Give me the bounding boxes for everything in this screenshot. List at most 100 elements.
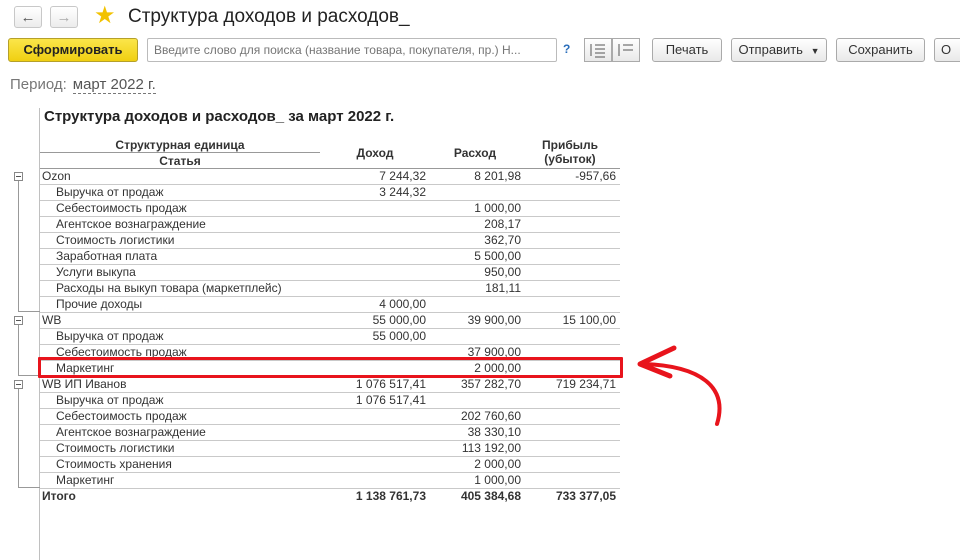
table-row: Выручка от продаж 55 000,00 xyxy=(40,329,620,345)
header-profit-line1: Прибыль xyxy=(542,138,598,152)
row-income: 7 244,32 xyxy=(379,169,426,183)
total-label: Итого xyxy=(42,489,76,503)
row-name: Стоимость хранения xyxy=(56,457,172,471)
row-profit: -957,66 xyxy=(575,169,616,183)
group-row: WB 55 000,00 39 900,00 15 100,00 xyxy=(40,313,620,329)
period-selector: Период: март 2022 г. xyxy=(10,76,156,94)
table-row: Агентское вознаграждение 38 330,10 xyxy=(40,425,620,441)
table-row: Прочие доходы 4 000,00 xyxy=(40,297,620,313)
row-income: 4 000,00 xyxy=(379,297,426,311)
row-name: Стоимость логистики xyxy=(56,233,175,247)
arrow-left-icon: ← xyxy=(20,9,36,26)
tree-line-end xyxy=(18,375,40,376)
row-name: Ozon xyxy=(42,169,71,183)
tree-line-end xyxy=(18,311,40,312)
toolbar: Сформировать ? Печать Отправить ▼ Сохран… xyxy=(0,36,960,66)
forward-button[interactable]: → xyxy=(50,6,78,28)
more-button[interactable]: О xyxy=(934,38,960,62)
row-name: Себестоимость продаж xyxy=(56,409,187,423)
table-row: Стоимость логистики 362,70 xyxy=(40,233,620,249)
table-row: Услуги выкупа 950,00 xyxy=(40,265,620,281)
window-title: Структура доходов и расходов_ xyxy=(128,6,410,27)
row-expense: 357 282,70 xyxy=(460,377,521,391)
generate-button[interactable]: Сформировать xyxy=(8,38,138,62)
table-row: Выручка от продаж 1 076 517,41 xyxy=(40,393,620,409)
row-expense: 950,00 xyxy=(484,265,521,279)
total-row: Итого 1 138 761,73 405 384,68 733 377,05 xyxy=(40,489,620,505)
header-article: Статья xyxy=(159,154,201,168)
group-row: Ozon 7 244,32 8 201,98 -957,66 xyxy=(40,169,620,185)
tree-line xyxy=(18,325,19,375)
red-arrow-annotation xyxy=(637,345,722,426)
row-name: Услуги выкупа xyxy=(56,265,136,279)
row-expense: 2 000,00 xyxy=(474,457,521,471)
table-row: Расходы на выкуп товара (маркетплейс) 181… xyxy=(40,281,620,297)
row-profit: 719 234,71 xyxy=(555,377,616,391)
collapse-toggle-icon[interactable] xyxy=(14,172,23,181)
highlight-box xyxy=(38,357,623,378)
row-expense: 362,70 xyxy=(484,233,521,247)
row-income: 3 244,32 xyxy=(379,185,426,199)
row-name: Выручка от продаж xyxy=(56,329,164,343)
group-row: WB ИП Иванов 1 076 517,41 357 282,70 719 23… xyxy=(40,377,620,393)
row-expense: 208,17 xyxy=(484,217,521,231)
tree-line xyxy=(18,181,19,311)
row-profit: 15 100,00 xyxy=(562,313,616,327)
title-bar: ← → ★ Структура доходов и расходов_ xyxy=(0,0,960,34)
row-name: Маркетинг xyxy=(56,473,115,487)
row-income: 1 076 517,41 xyxy=(355,393,426,407)
header-income: Доход xyxy=(356,146,394,160)
tree-line xyxy=(18,389,19,487)
send-button-label: Отправить xyxy=(738,42,803,57)
row-expense: 38 330,10 xyxy=(467,425,521,439)
search-input[interactable] xyxy=(147,38,557,62)
row-name: Агентское вознаграждение xyxy=(56,217,206,231)
send-button[interactable]: Отправить ▼ xyxy=(731,38,827,62)
help-icon[interactable]: ? xyxy=(563,42,570,56)
row-name: Выручка от продаж xyxy=(56,393,164,407)
row-name: Агентское вознаграждение xyxy=(56,425,206,439)
row-expense: 181,11 xyxy=(485,281,521,295)
row-name: Выручка от продаж xyxy=(56,185,164,199)
report-area: Структура доходов и расходов_ за март 20… xyxy=(0,100,960,560)
row-expense: 202 760,60 xyxy=(460,409,521,423)
collapse-toggle-icon[interactable] xyxy=(14,380,23,389)
row-name: Расходы на выкуп товара (маркетплейс) xyxy=(56,281,282,295)
row-income: 55 000,00 xyxy=(372,313,426,327)
period-value-link[interactable]: март 2022 г. xyxy=(72,76,156,94)
row-name: Заработная плата xyxy=(56,249,158,263)
collapse-tree-icon xyxy=(618,44,633,56)
row-expense: 39 900,00 xyxy=(467,313,521,327)
row-name: WB xyxy=(42,313,62,327)
row-income: 1 076 517,41 xyxy=(355,377,426,391)
arrow-right-icon: → xyxy=(56,9,72,26)
table-row: Стоимость хранения 2 000,00 xyxy=(40,457,620,473)
favorite-star-icon[interactable]: ★ xyxy=(94,3,116,29)
table-row: Заработная плата 5 500,00 xyxy=(40,249,620,265)
row-expense: 113 192,00 xyxy=(461,441,521,455)
dropdown-arrow-icon: ▼ xyxy=(810,46,820,56)
total-profit: 733 377,05 xyxy=(555,489,616,503)
total-expense: 405 384,68 xyxy=(460,489,521,503)
total-income: 1 138 761,73 xyxy=(355,489,426,503)
back-button[interactable]: ← xyxy=(14,6,42,28)
print-button[interactable]: Печать xyxy=(652,38,722,62)
row-name: WB ИП Иванов xyxy=(42,377,127,391)
row-expense: 1 000,00 xyxy=(474,473,521,487)
report-title: Структура доходов и расходов_ за март 20… xyxy=(44,108,395,125)
save-button[interactable]: Сохранить xyxy=(836,38,925,62)
row-expense: 5 500,00 xyxy=(474,249,521,263)
row-expense: 8 201,98 xyxy=(474,169,521,183)
header-unit: Структурная единица xyxy=(40,138,320,153)
expand-all-button[interactable] xyxy=(584,38,612,62)
table-row: Агентское вознаграждение 208,17 xyxy=(40,217,620,233)
table-row: Маркетинг 1 000,00 xyxy=(40,473,620,489)
expand-tree-icon xyxy=(590,44,605,58)
tree-line-end xyxy=(18,487,40,488)
collapse-all-button[interactable] xyxy=(612,38,640,62)
period-label: Период: xyxy=(10,76,67,93)
table-row: Стоимость логистики 113 192,00 xyxy=(40,441,620,457)
header-profit-line2: (убыток) xyxy=(544,152,596,166)
row-name: Прочие доходы xyxy=(56,297,143,311)
collapse-toggle-icon[interactable] xyxy=(14,316,23,325)
